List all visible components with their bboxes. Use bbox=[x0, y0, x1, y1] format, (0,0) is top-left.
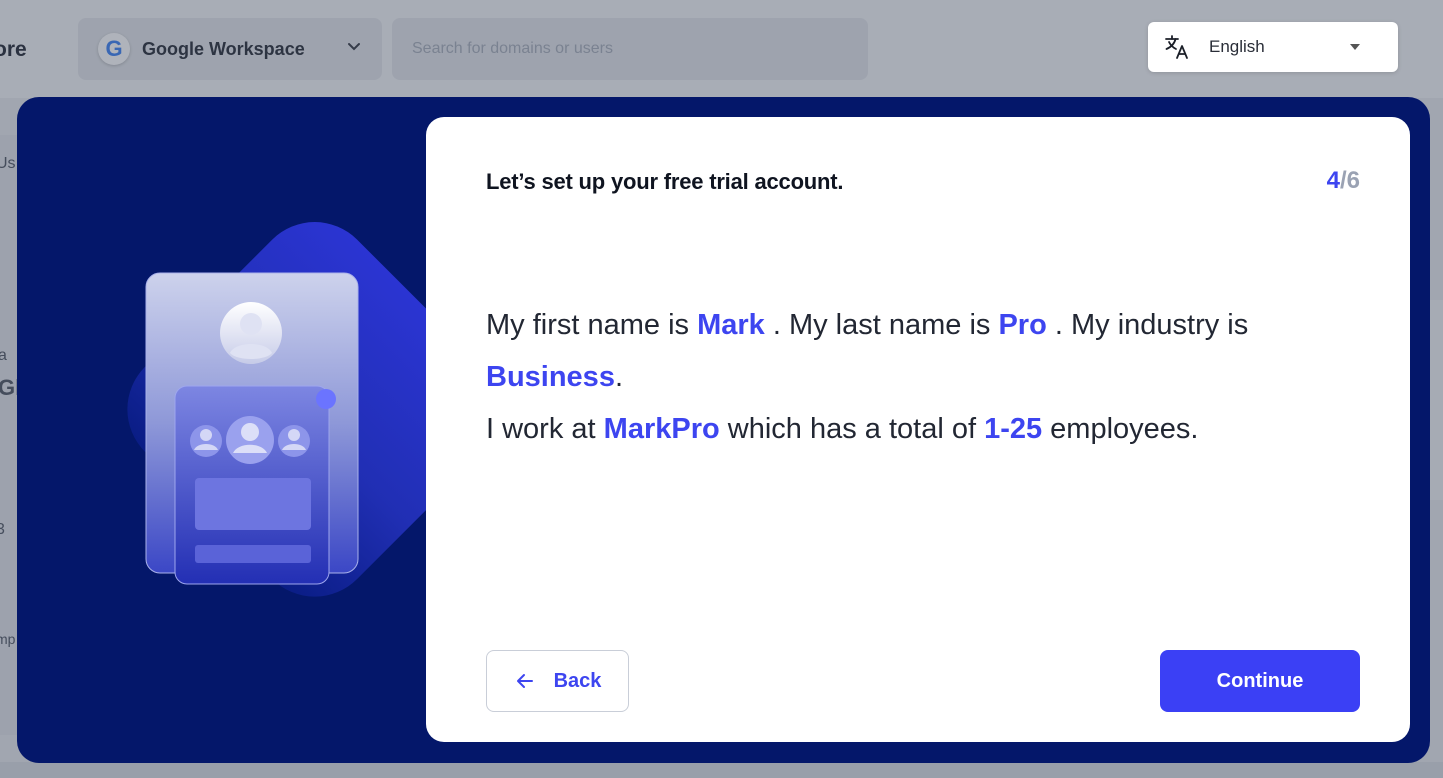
step-separator: / bbox=[1339, 167, 1347, 194]
sentence-text: . My last name is bbox=[764, 309, 999, 341]
content-block bbox=[195, 478, 311, 530]
content-line bbox=[195, 545, 311, 563]
arrow-left-icon bbox=[516, 674, 533, 688]
sentence-text: which has a total of bbox=[719, 413, 985, 445]
sentence-text: employees. bbox=[1042, 413, 1199, 445]
last-name-field[interactable]: Pro bbox=[998, 309, 1046, 341]
trial-setup-modal: Let’s set up your free trial account. 4/… bbox=[17, 97, 1430, 763]
step-indicator: 4/6 bbox=[1327, 167, 1360, 195]
notification-dot bbox=[316, 389, 336, 409]
step-current: 4 bbox=[1326, 167, 1340, 194]
page-title: Let’s set up your free trial account. bbox=[486, 169, 844, 194]
sentence-text: My first name is bbox=[486, 309, 698, 341]
continue-button[interactable]: Continue bbox=[1160, 650, 1360, 712]
first-name-field[interactable]: Mark bbox=[697, 309, 765, 341]
sentence-text: . My industry is bbox=[1046, 309, 1249, 341]
profile-illustration bbox=[127, 222, 426, 597]
sentence-text: . bbox=[614, 361, 624, 393]
step-total: 6 bbox=[1346, 167, 1360, 194]
employee-count-select[interactable]: 1-25 bbox=[984, 413, 1042, 445]
translate-icon bbox=[1165, 35, 1188, 59]
language-selector-label: English bbox=[1209, 37, 1265, 56]
company-name-field[interactable]: MarkPro bbox=[604, 413, 720, 445]
language-selector[interactable]: English bbox=[1148, 22, 1398, 72]
industry-select[interactable]: Business bbox=[486, 361, 615, 393]
mad-libs-form: My first name is Mark . My last name is … bbox=[486, 299, 1366, 455]
caret-down-icon bbox=[1350, 44, 1360, 50]
sentence-text: I work at bbox=[486, 413, 604, 445]
back-button[interactable]: Back bbox=[486, 650, 629, 712]
setup-card: Let’s set up your free trial account. 4/… bbox=[426, 117, 1410, 742]
back-button-label: Back bbox=[553, 669, 602, 692]
